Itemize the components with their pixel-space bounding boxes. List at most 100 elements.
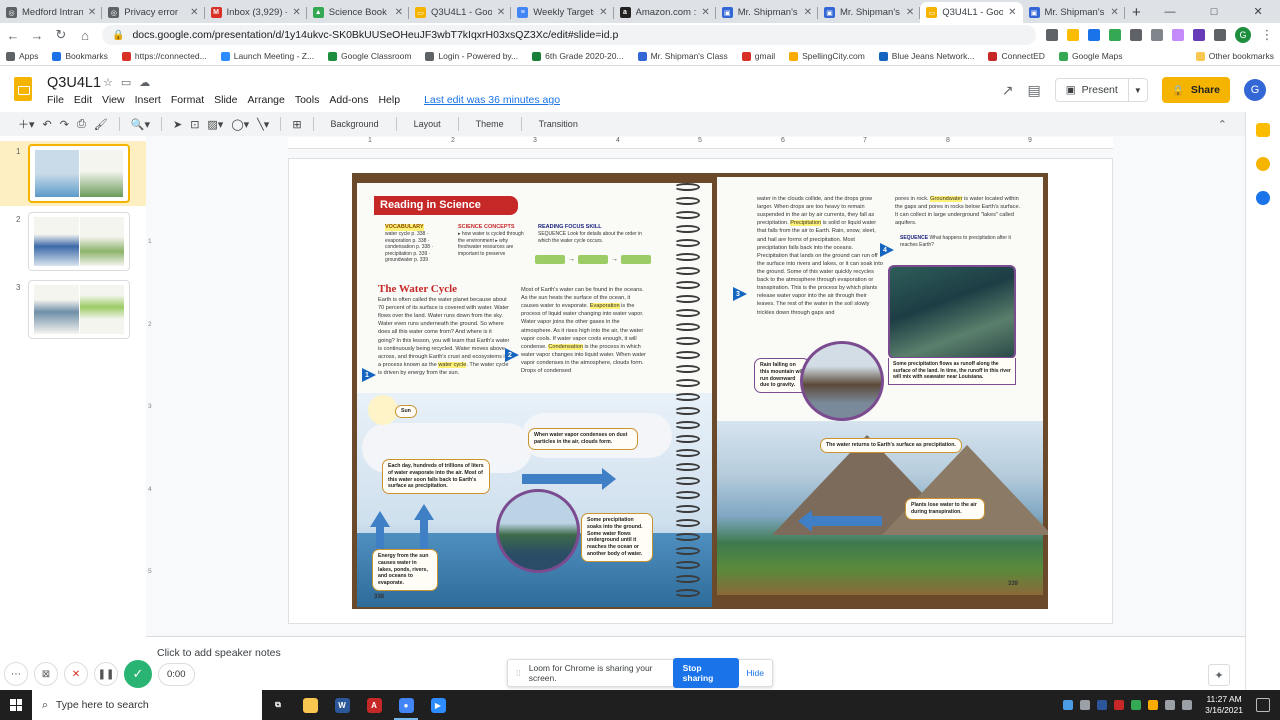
star-icon[interactable]: ☆ xyxy=(103,76,113,89)
slide-thumbnail-2[interactable]: 2 xyxy=(0,209,146,274)
menu-help[interactable]: Help xyxy=(378,94,400,106)
tab-close-icon[interactable]: ✕ xyxy=(190,7,198,18)
bookmark-item[interactable]: Mr. Shipman's Class xyxy=(637,51,728,61)
browser-tab[interactable]: ▣ Mr. Shipman's C ✕ xyxy=(716,2,818,23)
loom-finish-icon[interactable]: ✓ xyxy=(124,660,152,688)
comments-icon[interactable]: ▤ xyxy=(1027,82,1040,99)
tray-icon[interactable] xyxy=(1131,700,1142,710)
calendar-icon[interactable] xyxy=(1256,157,1270,171)
network-icon[interactable] xyxy=(1165,700,1176,710)
explore-icon[interactable]: ✦ xyxy=(1208,664,1230,686)
reload-icon[interactable]: ↻ xyxy=(54,27,68,43)
bookmark-item[interactable]: Bookmarks xyxy=(52,51,108,61)
notification-icon[interactable] xyxy=(1256,698,1270,712)
url-input[interactable]: 🔒 docs.google.com/presentation/d/1y14ukv… xyxy=(102,25,1036,45)
browser-tab[interactable]: ≡ Weekly Targets ✕ xyxy=(511,2,614,23)
extension-icon[interactable] xyxy=(1088,29,1100,41)
share-button[interactable]: 🔒 Share xyxy=(1161,77,1230,103)
bookmark-star-icon[interactable] xyxy=(1067,29,1079,41)
tab-close-icon[interactable]: ✕ xyxy=(701,7,709,18)
tray-icon[interactable] xyxy=(1114,700,1125,710)
shape-icon[interactable]: ◯▾ xyxy=(231,118,249,131)
bookmark-item[interactable]: 6th Grade 2020-20... xyxy=(532,51,624,61)
layout-button[interactable]: Layout xyxy=(408,119,447,129)
tab-close-icon[interactable]: ✕ xyxy=(1008,7,1016,18)
activity-trend-icon[interactable]: ↗ xyxy=(1002,82,1014,99)
bookmark-item[interactable]: ConnectED xyxy=(988,51,1045,61)
last-edit-link[interactable]: Last edit was 36 minutes ago xyxy=(424,94,560,106)
tab-close-icon[interactable]: ✕ xyxy=(906,7,914,18)
bookmark-item[interactable]: gmail xyxy=(741,51,775,61)
taskbar-app-task-view[interactable]: ⧉ xyxy=(262,690,294,720)
menu-format[interactable]: Format xyxy=(171,94,204,106)
tab-close-icon[interactable]: ✕ xyxy=(292,7,300,18)
taskbar-app-word[interactable]: W xyxy=(326,690,358,720)
tray-icon[interactable] xyxy=(1063,700,1074,710)
profile-avatar[interactable]: G xyxy=(1235,27,1251,43)
textbook-photo[interactable]: Reading in Science VOCABULARY water cycle… xyxy=(352,173,1048,609)
volume-icon[interactable] xyxy=(1182,700,1193,710)
menu-edit[interactable]: Edit xyxy=(74,94,92,106)
maximize-button[interactable]: □ xyxy=(1192,6,1236,18)
bookmark-item[interactable]: Google Classroom xyxy=(328,51,411,61)
text-box-icon[interactable]: ⊡ xyxy=(190,118,199,131)
menu-addons[interactable]: Add-ons xyxy=(329,94,368,106)
extension-icon[interactable] xyxy=(1151,29,1163,41)
new-slide-icon[interactable]: ＋▾ xyxy=(18,116,35,132)
collapse-toolbar-icon[interactable]: ⌃ xyxy=(1218,118,1227,131)
present-dropdown-icon[interactable]: ▼ xyxy=(1129,86,1147,95)
tab-close-icon[interactable]: ✕ xyxy=(804,7,812,18)
menu-slide[interactable]: Slide xyxy=(214,94,237,106)
browser-tab[interactable]: a Amazon.com : Sc ✕ xyxy=(614,2,716,23)
vertical-ruler[interactable]: 1 2 3 4 5 xyxy=(146,158,156,624)
other-bookmarks[interactable]: Other bookmarks xyxy=(1195,51,1274,61)
browser-tab[interactable]: ◎ Privacy error ✕ xyxy=(102,2,205,23)
slides-logo-icon[interactable] xyxy=(14,77,32,101)
paint-format-icon[interactable]: 🖌 xyxy=(94,118,108,131)
tray-icon[interactable] xyxy=(1080,700,1091,710)
speaker-notes-placeholder[interactable]: Click to add speaker notes xyxy=(157,647,281,659)
browser-tab[interactable]: ▣ Mr. Shipman's Sc ✕ xyxy=(818,2,921,23)
power-icon[interactable] xyxy=(1130,29,1142,41)
tab-close-icon[interactable]: ✕ xyxy=(1110,7,1118,18)
present-button[interactable]: ▣ Present ▼ xyxy=(1054,78,1148,102)
taskbar-search-input[interactable]: ⌕ Type here to search xyxy=(32,690,262,720)
tab-close-icon[interactable]: ✕ xyxy=(88,7,96,18)
loom-drawing-icon[interactable]: ⊠ xyxy=(34,662,58,686)
browser-tab[interactable]: ◎ Medford Intranet ✕ xyxy=(0,2,103,23)
move-folder-icon[interactable]: ▭ xyxy=(121,76,131,89)
system-clock[interactable]: 11:27 AM 3/16/2021 xyxy=(1205,694,1243,717)
loom-cancel-icon[interactable]: ✕ xyxy=(64,662,88,686)
background-button[interactable]: Background xyxy=(325,119,385,129)
menu-tools[interactable]: Tools xyxy=(295,94,320,106)
bookmark-item[interactable]: Launch Meeting - Z... xyxy=(220,51,314,61)
select-cursor-icon[interactable]: ➤ xyxy=(173,118,182,131)
tray-icon[interactable] xyxy=(1148,700,1159,710)
bookmark-item[interactable]: Apps xyxy=(6,51,38,61)
menu-arrange[interactable]: Arrange xyxy=(247,94,284,106)
cast-icon[interactable] xyxy=(1046,29,1058,41)
tab-close-icon[interactable]: ✕ xyxy=(599,7,607,18)
loom-icon[interactable] xyxy=(1172,29,1184,41)
user-avatar[interactable]: G xyxy=(1244,79,1266,101)
undo-icon[interactable]: ↶ xyxy=(43,118,52,131)
drag-handle-icon[interactable]: ⁞⁞ xyxy=(516,668,521,678)
transition-button[interactable]: Transition xyxy=(533,119,584,129)
browser-tab[interactable]: ▲ Science Book - 6 ✕ xyxy=(307,2,409,23)
redo-icon[interactable]: ↷ xyxy=(60,118,69,131)
browser-tab[interactable]: M Inbox (3,929) - s ✕ xyxy=(205,2,307,23)
browser-tab[interactable]: ▣ Mr. Shipman's Sc ✕ xyxy=(1023,2,1125,23)
kebab-menu-icon[interactable]: ⋮ xyxy=(1260,27,1274,43)
present-main[interactable]: ▣ Present xyxy=(1056,79,1129,101)
extension-icon[interactable] xyxy=(1109,29,1121,41)
taskbar-app-chrome[interactable]: ● xyxy=(390,690,422,720)
bookmark-item[interactable]: Google Maps xyxy=(1058,51,1123,61)
horizontal-ruler[interactable]: 1 2 3 4 5 6 7 8 9 xyxy=(288,137,1113,149)
taskbar-app-zoom[interactable]: ▶ xyxy=(422,690,454,720)
menu-file[interactable]: File xyxy=(47,94,64,106)
slide-thumbnail-3[interactable]: 3 xyxy=(0,277,146,342)
tab-close-icon[interactable]: ✕ xyxy=(497,7,505,18)
keep-icon[interactable] xyxy=(1256,123,1270,137)
menu-insert[interactable]: Insert xyxy=(135,94,161,106)
close-window-button[interactable]: ✕ xyxy=(1236,5,1280,18)
